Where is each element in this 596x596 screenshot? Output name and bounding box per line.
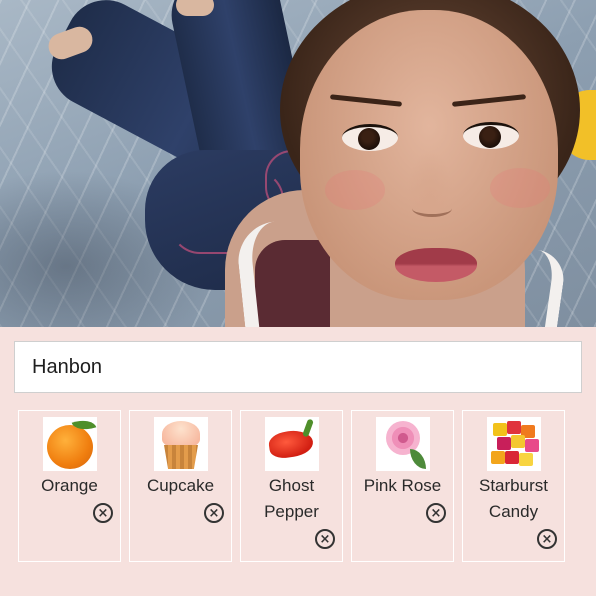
orange-thumbnail [43, 415, 97, 471]
item-card-cupcake: Cupcake × [129, 410, 232, 562]
starburst-candy-thumbnail [487, 417, 541, 471]
remove-ghost-pepper-button[interactable]: × [315, 529, 335, 549]
pink-rose-thumbnail [376, 417, 430, 471]
remove-orange-button[interactable]: × [93, 503, 113, 523]
item-label: Starburst Candy [479, 476, 548, 521]
profile-photo [0, 0, 596, 327]
item-card-ghost-pepper: Ghost Pepper × [240, 410, 343, 562]
item-card-orange: Orange × [18, 410, 121, 562]
page: Orange × Cupcake × Ghost Pepper × P [0, 0, 596, 596]
name-input[interactable] [14, 341, 582, 393]
item-card-pink-rose: Pink Rose × [351, 410, 454, 562]
item-label: Cupcake [146, 476, 215, 495]
item-label: Ghost Pepper [264, 476, 319, 521]
item-label: Orange [41, 476, 98, 495]
cupcake-thumbnail [154, 417, 208, 471]
item-label: Pink Rose [363, 476, 442, 495]
selected-items-list: Orange × Cupcake × Ghost Pepper × Pink R… [18, 410, 578, 562]
remove-cupcake-button[interactable]: × [204, 503, 224, 523]
ghost-pepper-thumbnail [265, 417, 319, 471]
item-card-starburst-candy: Starburst Candy × [462, 410, 565, 562]
remove-starburst-candy-button[interactable]: × [537, 529, 557, 549]
remove-pink-rose-button[interactable]: × [426, 503, 446, 523]
